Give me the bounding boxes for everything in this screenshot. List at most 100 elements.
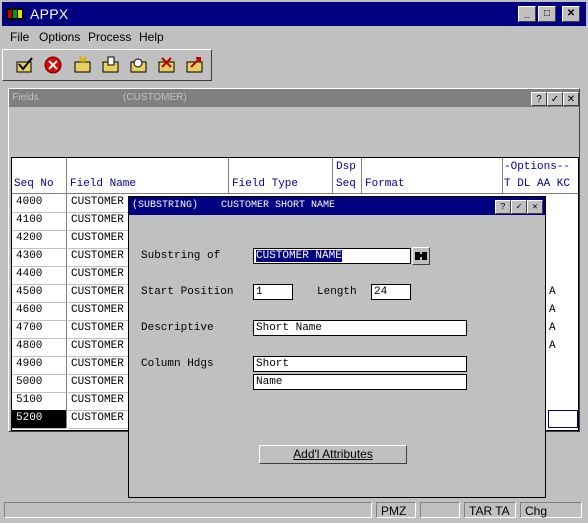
header-dsp: Dsp xyxy=(336,161,356,173)
table-row-seq[interactable]: 4700 xyxy=(12,320,66,339)
table-row-seq[interactable]: 5000 xyxy=(12,374,66,393)
column-heading-2-input[interactable]: Name xyxy=(253,374,467,390)
seq-no-cell: 4000 xyxy=(16,196,43,208)
additional-attributes-button[interactable]: Add'l Attributes xyxy=(259,445,407,464)
options-cell xyxy=(548,248,578,266)
options-cell xyxy=(548,392,578,410)
field-name-cell: CUSTOMER xyxy=(71,286,124,298)
table-row-seq[interactable]: 4300 xyxy=(12,248,66,267)
table-row-seq[interactable]: 4800 xyxy=(12,338,66,357)
table-row-seq[interactable]: 4000 xyxy=(12,194,66,213)
find-folder-icon[interactable] xyxy=(129,55,149,75)
table-row-field-name[interactable]: CUSTOMER xyxy=(68,212,130,231)
new-folder-icon[interactable] xyxy=(73,55,93,75)
options-value: A xyxy=(549,322,556,334)
dialog-type: (SUBSTRING) xyxy=(132,200,199,211)
table-row-field-name[interactable]: CUSTOMER xyxy=(68,248,130,267)
cancel-icon[interactable] xyxy=(43,55,63,75)
field-name-cell: CUSTOMER xyxy=(71,268,124,280)
menu-file[interactable]: File xyxy=(10,30,29,44)
fields-window-context: (CUSTOMER) xyxy=(123,92,187,103)
table-row-seq[interactable]: 4600 xyxy=(12,302,66,321)
field-name-cell: CUSTOMER xyxy=(71,196,124,208)
length-label: Length xyxy=(317,286,357,298)
seq-no-cell: 5100 xyxy=(16,394,43,406)
toolbar xyxy=(2,49,212,81)
help-button[interactable]: ? xyxy=(531,92,547,106)
descriptive-label: Descriptive xyxy=(141,322,214,334)
fields-window-title: Fields xyxy=(12,92,39,103)
table-row-field-name[interactable]: CUSTOMER xyxy=(68,356,130,375)
additional-attributes-label: Add'l Attributes xyxy=(293,447,373,461)
lookup-button[interactable] xyxy=(412,247,430,265)
table-row-seq[interactable]: 4400 xyxy=(12,266,66,285)
menu-options[interactable]: Options xyxy=(39,30,80,44)
start-position-input[interactable]: 1 xyxy=(253,284,293,300)
seq-no-cell: 5200 xyxy=(16,412,43,424)
table-row-seq[interactable]: 4500 xyxy=(12,284,66,303)
table-row-field-name[interactable]: CUSTOMER xyxy=(68,266,130,285)
seq-no-cell: 4900 xyxy=(16,358,43,370)
export-folder-icon[interactable] xyxy=(185,55,205,75)
table-row-field-name[interactable]: CUSTOMER xyxy=(68,284,130,303)
dialog-accept-button[interactable]: ✓ xyxy=(511,200,527,214)
table-row-field-name[interactable]: CUSTOMER xyxy=(68,410,130,429)
checkmark-icon: ✓ xyxy=(550,94,560,105)
status-message xyxy=(4,502,372,518)
menu-help[interactable]: Help xyxy=(139,30,164,44)
app-title: APPX xyxy=(30,6,69,22)
options-cell xyxy=(548,266,578,284)
options-cell: A xyxy=(548,284,578,302)
accept-button[interactable]: ✓ xyxy=(547,92,563,106)
help-icon: ? xyxy=(536,94,542,105)
table-row-field-name[interactable]: CUSTOMER xyxy=(68,230,130,249)
binoculars-icon xyxy=(415,252,427,260)
table-row-field-name[interactable]: CUSTOMER xyxy=(68,194,130,213)
field-name-cell: CUSTOMER xyxy=(71,394,124,406)
close-button[interactable]: ✕ xyxy=(562,6,580,22)
field-name-cell: CUSTOMER xyxy=(71,358,124,370)
maximize-button[interactable]: □ xyxy=(538,6,556,22)
table-row-seq[interactable]: 4100 xyxy=(12,212,66,231)
substring-of-value: CUSTOMER NAME xyxy=(256,250,342,262)
table-row-seq[interactable]: 5100 xyxy=(12,392,66,411)
window-close-button[interactable]: ✕ xyxy=(563,92,579,106)
menu-process[interactable]: Process xyxy=(88,30,131,44)
table-row-seq[interactable]: 5200 xyxy=(12,410,66,429)
header-field-name: Field Name xyxy=(70,178,137,190)
seq-no-cell: 4600 xyxy=(16,304,43,316)
seq-no-cell: 4400 xyxy=(16,268,43,280)
length-input[interactable]: 24 xyxy=(371,284,411,300)
menu-bar: File Options Process Help xyxy=(2,27,586,47)
delete-folder-icon[interactable] xyxy=(157,55,177,75)
fields-window-title-bar: Fields (CUSTOMER) ? ✓ ✕ xyxy=(9,89,579,107)
table-row-field-name[interactable]: CUSTOMER xyxy=(68,320,130,339)
options-cell: A xyxy=(548,302,578,320)
seq-no-cell: 4500 xyxy=(16,286,43,298)
column-divider xyxy=(66,158,67,428)
options-cell xyxy=(548,212,578,230)
minimize-icon: _ xyxy=(524,8,530,19)
check-folder-icon[interactable] xyxy=(15,55,35,75)
table-row-field-name[interactable]: CUSTOMER xyxy=(68,338,130,357)
close-icon: ✕ xyxy=(566,8,576,19)
edit-folder-icon[interactable] xyxy=(101,55,121,75)
field-name-cell: CUSTOMER xyxy=(71,376,124,388)
substring-of-input[interactable]: CUSTOMER NAME xyxy=(253,248,411,264)
dialog-help-button[interactable]: ? xyxy=(495,200,511,214)
minimize-button[interactable]: _ xyxy=(518,6,536,22)
table-row-seq[interactable]: 4200 xyxy=(12,230,66,249)
descriptive-input[interactable]: Short Name xyxy=(253,320,467,336)
column-heading-1-input[interactable]: Short xyxy=(253,356,467,372)
table-row-field-name[interactable]: CUSTOMER xyxy=(68,392,130,411)
column-divider xyxy=(228,158,229,193)
seq-no-cell: 4700 xyxy=(16,322,43,334)
table-row-field-name[interactable]: CUSTOMER xyxy=(68,302,130,321)
column-divider xyxy=(502,158,503,193)
status-mode: Chg xyxy=(520,502,582,518)
table-row-field-name[interactable]: CUSTOMER xyxy=(68,374,130,393)
dialog-close-button[interactable]: ✕ xyxy=(527,200,543,214)
help-icon: ? xyxy=(500,202,506,212)
table-row-seq[interactable]: 4900 xyxy=(12,356,66,375)
seq-no-cell: 4300 xyxy=(16,250,43,262)
